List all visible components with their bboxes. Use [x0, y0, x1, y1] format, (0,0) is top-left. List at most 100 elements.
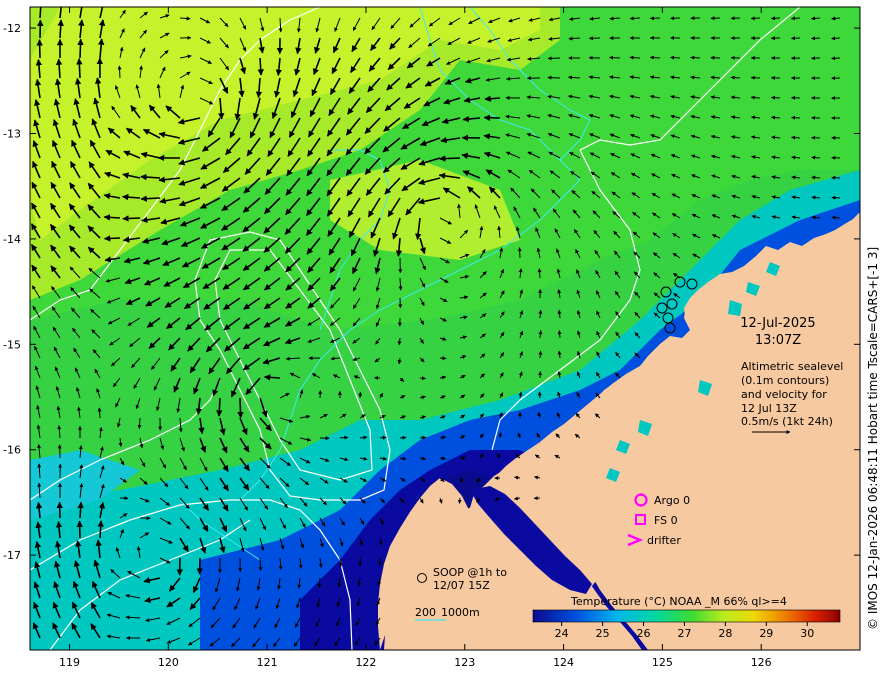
velocity-arrow: [419, 435, 427, 440]
velocity-arrow: [498, 432, 503, 439]
colorbar-gradient: [532, 609, 841, 623]
lon-tick-label: 125: [652, 656, 673, 669]
velocity-arrow: [831, 215, 841, 220]
velocity-arrow: [137, 417, 142, 430]
velocity-arrow: [117, 65, 122, 79]
velocity-arrow: [557, 330, 562, 339]
lat-tick-label: -17: [3, 549, 21, 562]
velocity-arrow: [57, 19, 64, 39]
velocity-arrow: [358, 391, 363, 399]
velocity-arrow: [538, 350, 543, 359]
velocity-arrow: [538, 309, 543, 319]
velocity-arrow: [629, 55, 641, 60]
depth-1000-label: 1000m: [441, 606, 480, 619]
velocity-arrow: [140, 195, 161, 202]
sealevel-line-4: 12 Jul 13Z: [741, 402, 797, 415]
date-label: 12-Jul-2025: [740, 316, 815, 331]
colorbar-tick-label: 30: [800, 627, 814, 640]
velocity-arrow: [237, 397, 244, 419]
velocity-arrow: [379, 435, 387, 440]
velocity-arrow: [517, 247, 522, 259]
velocity-arrow: [216, 397, 223, 417]
lon-tick-label: 126: [751, 656, 772, 669]
velocity-arrow: [730, 75, 741, 80]
lat-tick-label: -16: [3, 444, 21, 457]
velocity-arrow: [263, 374, 281, 381]
velocity-arrow: [77, 501, 84, 519]
velocity-arrow: [811, 175, 821, 180]
colorbar-tick-label: 29: [759, 627, 773, 640]
lon-tick-label: 120: [158, 656, 179, 669]
soop-line-1: SOOP @1h to: [433, 566, 507, 579]
copyright-label: © IMOS 12-Jan-2026 06:48:11 Hobart time …: [866, 247, 880, 630]
velocity-arrow: [39, 7, 42, 19]
sealevel-line-5: 0.5m/s (1kt 24h): [741, 415, 833, 428]
depth-200-label: 200: [415, 606, 436, 619]
velocity-arrow: [257, 57, 264, 76]
argo-label: Argo 0: [654, 494, 690, 507]
velocity-arrow: [438, 155, 461, 162]
sealevel-line-2: (0.1m contours): [741, 374, 829, 387]
lon-tick-label: 123: [454, 656, 475, 669]
velocity-arrow: [537, 268, 542, 279]
velocity-arrow: [547, 75, 561, 80]
velocity-arrow: [339, 435, 349, 440]
velocity-arrow: [258, 557, 263, 572]
velocity-arrow: [811, 16, 821, 21]
velocity-arrow: [97, 407, 102, 419]
lat-tick-label: -14: [3, 233, 21, 246]
sealevel-line-1: Altimetric sealevel: [741, 360, 843, 373]
velocity-arrow: [419, 376, 426, 381]
colorbar-tick-label: 24: [555, 627, 569, 640]
lat-tick-label: -13: [3, 127, 21, 140]
velocity-arrow: [791, 135, 801, 140]
velocity-arrow: [547, 56, 561, 61]
lon-tick-label: 122: [355, 656, 376, 669]
velocity-arrow: [771, 115, 781, 120]
velocity-arrow: [629, 16, 641, 21]
velocity-arrow: [457, 497, 462, 504]
velocity-arrow: [791, 115, 801, 120]
velocity-arrow: [609, 55, 621, 60]
velocity-arrow: [76, 58, 83, 79]
colorbar-tick-label: 27: [677, 627, 691, 640]
velocity-arrow: [750, 95, 761, 100]
velocity-arrow: [771, 95, 781, 100]
velocity-arrow: [791, 16, 801, 21]
velocity-arrow: [831, 195, 841, 200]
velocity-arrow: [97, 520, 104, 539]
velocity-arrow: [831, 36, 841, 41]
lat-tick-label: -12: [3, 22, 21, 35]
velocity-arrow: [537, 391, 542, 399]
lon-tick-label: 124: [553, 656, 574, 669]
velocity-arrow: [77, 38, 84, 59]
velocity-arrow: [831, 56, 841, 61]
colorbar-tick-label: 28: [718, 627, 732, 640]
velocity-arrow: [36, 39, 43, 59]
velocity-arrow: [750, 16, 761, 21]
colorbar-tick-label: 25: [596, 627, 610, 640]
velocity-arrow: [439, 356, 447, 361]
map-figure: 119 120 121 122 123 124 125 126 -12 -13 -14 -15 -16…: [3, 6, 880, 669]
colorbar-tick-label: 26: [637, 627, 651, 640]
sealevel-line-3: and velocity for: [741, 388, 827, 401]
lon-tick-label: 119: [59, 656, 80, 669]
velocity-arrow: [399, 435, 407, 440]
lon-tick-label: 121: [257, 656, 278, 669]
velocity-arrow: [811, 36, 821, 41]
velocity-arrow: [103, 214, 121, 221]
velocity-arrow: [771, 16, 781, 21]
velocity-arrow: [649, 55, 661, 60]
map-plot-area: [30, 7, 860, 650]
time-label: 13:07Z: [755, 333, 801, 348]
velocity-arrow: [103, 235, 121, 242]
lat-tick-label: -15: [3, 338, 21, 351]
fs-label: FS 0: [654, 514, 678, 527]
colorbar-title: Temperature (°C) NOAA _M 66% ql>=4: [570, 595, 787, 608]
velocity-arrow: [670, 55, 681, 60]
velocity-arrow: [122, 215, 141, 222]
drifter-label: drifter: [647, 534, 681, 547]
velocity-arrow: [811, 155, 821, 160]
velocity-arrow: [690, 55, 701, 60]
soop-line-2: 12/07 15Z: [433, 579, 490, 592]
